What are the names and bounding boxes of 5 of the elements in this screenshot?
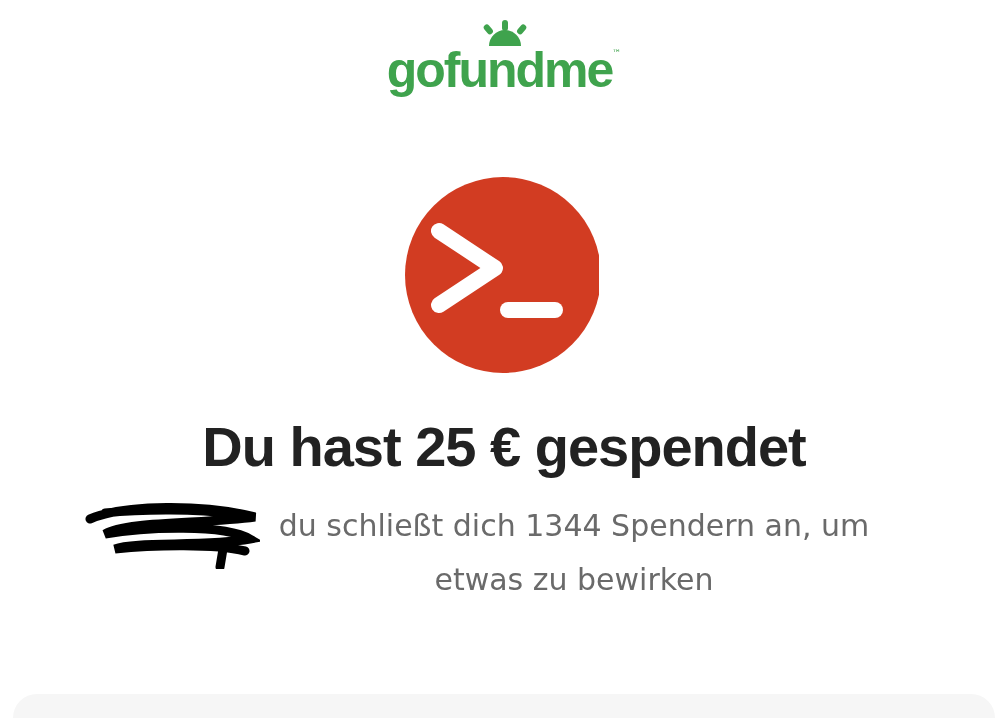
donation-heading: Du hast 25 € gespendet bbox=[202, 414, 806, 479]
donation-message: du schließt dich 1344 Spendern an, um etwas zu bewirken bbox=[277, 507, 871, 599]
trademark-symbol: ™ bbox=[612, 48, 622, 58]
logo-wordmark: gofundme bbox=[386, 44, 613, 96]
terminal-icon bbox=[405, 176, 599, 374]
